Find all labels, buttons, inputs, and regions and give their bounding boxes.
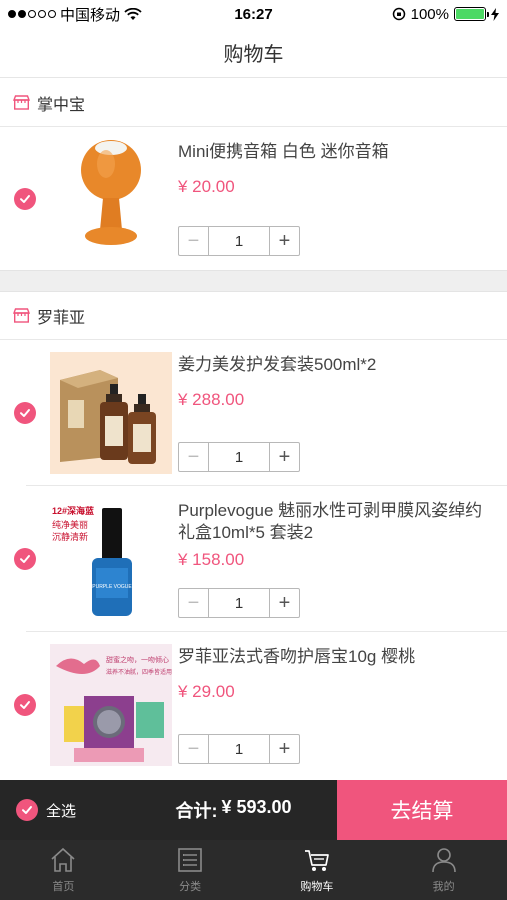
polish-bottle-text: PURPLE VOGUE	[92, 584, 132, 590]
product-image[interactable]	[50, 138, 172, 260]
shop-name: 掌中宝	[37, 96, 86, 114]
product-image[interactable]: 甜蜜之吻，一吻倾心 滋养不油腻，四季皆适用	[50, 644, 172, 766]
total-label: 合计:	[175, 801, 218, 821]
quantity-stepper: − 1 +	[178, 226, 300, 256]
increase-button[interactable]: +	[269, 227, 299, 255]
cart-item: Mini便携音箱 白色 迷你音箱 ¥ 20.00 − 1 +	[0, 127, 507, 270]
status-bar: 中国移动 16:27 100%	[0, 0, 507, 28]
decrease-button[interactable]: −	[179, 589, 209, 617]
order-total: 合计: ¥ 593.00	[130, 797, 337, 823]
quantity-stepper: − 1 +	[178, 734, 300, 764]
item-title[interactable]: 姜力美发护发套装500ml*2	[178, 354, 497, 376]
store-icon	[13, 95, 30, 110]
checkmark-icon	[20, 194, 30, 203]
lip-tag-text: 甜蜜之吻，一吻倾心	[106, 655, 169, 664]
tab-profile[interactable]: 我的	[380, 840, 507, 900]
checkmark-icon	[20, 555, 30, 563]
quantity-value[interactable]: 1	[209, 735, 269, 763]
item-checkbox[interactable]	[14, 402, 36, 424]
tab-label: 首页	[52, 881, 75, 893]
cart-item: 甜蜜之吻，一吻倾心 滋养不油腻，四季皆适用 罗菲亚法式香吻护唇宝10g 樱桃 ¥…	[0, 632, 507, 778]
polish-tag-text: 纯净美丽	[52, 519, 88, 530]
store-icon	[13, 308, 30, 323]
item-checkbox[interactable]	[14, 694, 36, 716]
increase-button[interactable]: +	[269, 443, 299, 471]
lip-balm-image: 甜蜜之吻，一吻倾心 滋养不油腻，四季皆适用	[50, 644, 172, 766]
tab-bar: 首页 分类 购物车 我的	[0, 840, 507, 900]
item-title[interactable]: Mini便携音箱 白色 迷你音箱	[178, 141, 497, 163]
user-icon	[431, 848, 456, 873]
status-right: 100%	[392, 6, 499, 23]
item-price: ¥ 29.00	[178, 682, 235, 701]
item-price: ¥ 288.00	[178, 390, 245, 409]
item-info: Mini便携音箱 白色 迷你音箱 ¥ 20.00	[178, 141, 497, 197]
checkout-bar: 全选 合计: ¥ 593.00 去结算	[0, 780, 507, 840]
lip-tag-text: 滋养不油腻，四季皆适用	[106, 668, 172, 676]
cart-icon	[304, 850, 329, 871]
checkmark-icon	[20, 409, 30, 417]
mini-speaker-image	[81, 139, 141, 245]
signal-strength-icon	[8, 10, 56, 18]
hair-care-set-image	[50, 352, 172, 474]
select-all-label: 全选	[46, 802, 77, 820]
quantity-stepper: − 1 +	[178, 442, 300, 472]
wifi-icon	[124, 7, 142, 20]
cart-list: 掌中宝 Mini便携音箱 白色 迷你音箱 ¥ 20.00 − 1 + 罗菲亚 姜…	[0, 79, 507, 780]
tab-label: 购物车	[300, 881, 334, 893]
tab-cart[interactable]: 购物车	[254, 840, 381, 900]
increase-button[interactable]: +	[269, 735, 299, 763]
item-info: 姜力美发护发套装500ml*2 ¥ 288.00	[178, 354, 497, 410]
carrier-label: 中国移动	[60, 6, 121, 24]
decrease-button[interactable]: −	[179, 227, 209, 255]
quantity-value[interactable]: 1	[209, 227, 269, 255]
item-price: ¥ 158.00	[178, 550, 245, 569]
select-all[interactable]: 全选	[0, 799, 130, 821]
battery-level	[456, 9, 484, 19]
page-title: 购物车	[223, 44, 284, 66]
item-info: Purplevogue 魅丽水性可剥甲膜风姿绰约礼盒10ml*5 套装2 ¥ 1…	[178, 500, 497, 570]
item-title[interactable]: 罗菲亚法式香吻护唇宝10g 樱桃	[178, 646, 497, 668]
charging-icon	[491, 7, 499, 21]
battery-icon	[454, 7, 489, 21]
select-all-checkbox[interactable]	[16, 799, 38, 821]
quantity-stepper: − 1 +	[178, 588, 300, 618]
checkmark-icon	[20, 701, 30, 709]
total-value: ¥ 593.00	[221, 797, 292, 817]
polish-brand-text: 12#深海蓝	[52, 505, 94, 516]
shop-separator	[0, 270, 507, 292]
decrease-button[interactable]: −	[179, 443, 209, 471]
checkmark-icon	[22, 806, 32, 814]
item-price: ¥ 20.00	[178, 177, 235, 196]
shop-name: 罗菲亚	[37, 309, 86, 327]
polish-tag-text: 沉静清新	[52, 531, 88, 542]
tab-home[interactable]: 首页	[0, 840, 127, 900]
home-icon	[51, 847, 75, 872]
product-image[interactable]: 12#深海蓝 纯净美丽 沉静清新 PURPLE VOGUE	[50, 498, 172, 620]
tab-label: 我的	[432, 881, 455, 893]
list-icon	[178, 848, 202, 872]
tab-label: 分类	[179, 881, 202, 893]
item-info: 罗菲亚法式香吻护唇宝10g 樱桃 ¥ 29.00	[178, 646, 497, 702]
cart-item: 姜力美发护发套装500ml*2 ¥ 288.00 − 1 +	[0, 340, 507, 486]
status-left: 中国移动	[8, 4, 142, 25]
product-image[interactable]	[50, 352, 172, 474]
nail-polish-image: 12#深海蓝 纯净美丽 沉静清新 PURPLE VOGUE	[50, 498, 172, 620]
decrease-button[interactable]: −	[179, 735, 209, 763]
quantity-value[interactable]: 1	[209, 589, 269, 617]
item-checkbox[interactable]	[14, 548, 36, 570]
shop-header[interactable]: 罗菲亚	[0, 292, 507, 340]
tab-category[interactable]: 分类	[127, 840, 254, 900]
shop-header[interactable]: 掌中宝	[0, 79, 507, 127]
item-title[interactable]: Purplevogue 魅丽水性可剥甲膜风姿绰约礼盒10ml*5 套装2	[178, 500, 497, 544]
nav-bar: 购物车	[0, 28, 507, 78]
checkout-button[interactable]: 去结算	[337, 780, 507, 840]
item-checkbox[interactable]	[14, 187, 36, 210]
battery-percent: 100%	[410, 5, 449, 23]
increase-button[interactable]: +	[269, 589, 299, 617]
rotation-lock-icon	[392, 7, 405, 21]
quantity-value[interactable]: 1	[209, 443, 269, 471]
cart-item: 12#深海蓝 纯净美丽 沉静清新 PURPLE VOGUE Purplevogu…	[0, 486, 507, 632]
